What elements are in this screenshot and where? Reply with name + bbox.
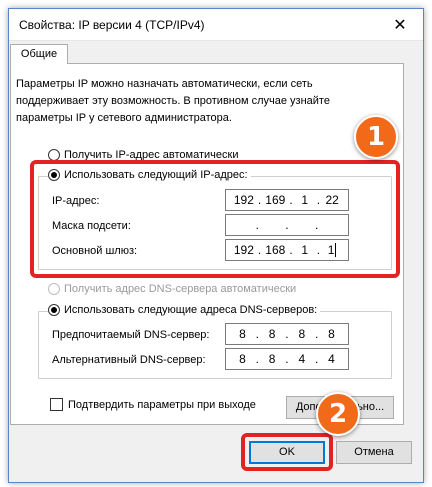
- adns-octet-3: 4: [298, 352, 306, 366]
- radio-dns-auto-button[interactable]: [48, 283, 60, 295]
- gateway-label: Основной шлюз:: [52, 245, 138, 257]
- ip-octet-1: 192: [233, 193, 254, 207]
- alternate-dns-input[interactable]: 8. 8. 4. 4: [225, 348, 349, 370]
- subnet-mask-input[interactable]: . . .: [225, 214, 349, 236]
- window-title: Свойства: IP версии 4 (TCP/IPv4): [19, 18, 205, 32]
- pdns-octet-3: 8: [298, 327, 306, 341]
- preferred-dns-label: Предпочитаемый DNS-сервер:: [52, 329, 210, 341]
- ok-button[interactable]: OK: [249, 441, 325, 464]
- gateway-octet-1: 192: [233, 243, 254, 257]
- step-badge-1: 1: [354, 115, 398, 159]
- preferred-dns-input[interactable]: 8. 8. 8. 8: [225, 323, 349, 345]
- adns-octet-4: 4: [328, 352, 335, 366]
- adns-octet-2: 8: [268, 352, 276, 366]
- cancel-button[interactable]: Отмена: [336, 441, 412, 464]
- text-caret: [335, 243, 337, 258]
- radio-dns-auto-label: Получить адрес DNS-сервера автоматически: [64, 283, 297, 295]
- validate-checkbox[interactable]: [50, 398, 63, 411]
- radio-ip-manual-button[interactable]: [48, 169, 60, 181]
- gateway-input[interactable]: 192. 168. 1. 1: [225, 239, 349, 261]
- ip-address-label: IP-адрес:: [52, 195, 100, 207]
- pdns-octet-4: 8: [328, 327, 335, 341]
- gateway-octet-4-wrap: 1: [324, 243, 340, 258]
- pdns-octet-1: 8: [239, 327, 246, 341]
- info-text: Параметры IP можно назначать автоматичес…: [16, 78, 330, 124]
- tab-general[interactable]: Общие: [10, 44, 68, 64]
- validate-label: Подтвердить параметры при выходе: [68, 398, 256, 411]
- title-bar[interactable]: Свойства: IP версии 4 (TCP/IPv4) ✕: [9, 9, 423, 41]
- radio-dns-manual-button[interactable]: [48, 304, 60, 316]
- close-icon[interactable]: ✕: [377, 9, 423, 40]
- ip-address-input[interactable]: 192. 169. 1. 22: [225, 189, 349, 211]
- validate-on-exit[interactable]: Подтвердить параметры при выходе: [50, 398, 256, 411]
- radio-ip-auto[interactable]: Получить IP-адрес автоматически: [48, 149, 238, 161]
- step-badge-2: 2: [316, 392, 360, 436]
- ip-octet-4: 22: [325, 193, 339, 207]
- pdns-octet-2: 8: [268, 327, 276, 341]
- radio-dns-manual[interactable]: Использовать следующие адреса DNS-сервер…: [48, 304, 321, 316]
- gateway-octet-4: 1: [327, 242, 335, 257]
- radio-ip-manual-label: Использовать следующий IP-адрес:: [64, 169, 248, 181]
- radio-dns-auto[interactable]: Получить адрес DNS-сервера автоматически: [48, 283, 296, 295]
- radio-ip-auto-button[interactable]: [48, 149, 60, 161]
- subnet-mask-label: Маска подсети:: [52, 220, 131, 232]
- radio-dns-manual-label: Использовать следующие адреса DNS-сервер…: [64, 304, 318, 316]
- gateway-octet-2: 168: [265, 243, 286, 257]
- adns-octet-1: 8: [239, 352, 246, 366]
- radio-ip-auto-label: Получить IP-адрес автоматически: [64, 149, 239, 161]
- gateway-octet-3: 1: [301, 243, 309, 257]
- ip-octet-3: 1: [301, 193, 309, 207]
- ip-octet-2: 169: [265, 193, 286, 207]
- alternate-dns-label: Альтернативный DNS-сервер:: [52, 354, 206, 366]
- radio-ip-manual[interactable]: Использовать следующий IP-адрес:: [48, 169, 251, 181]
